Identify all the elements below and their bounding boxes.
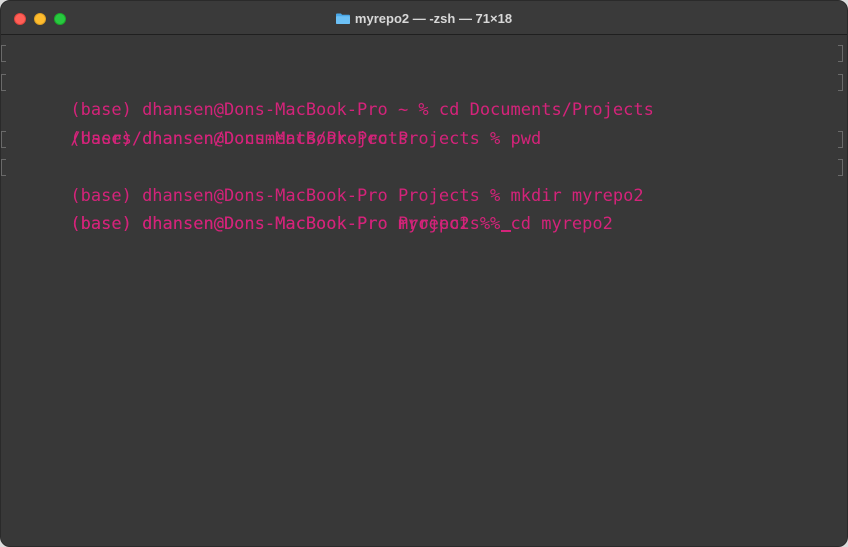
line-mark-left — [1, 159, 6, 176]
line-mark-right — [838, 159, 843, 176]
line-mark-right — [838, 73, 843, 91]
terminal-line: (base) dhansen@Dons-MacBook-Pro ~ % cd D… — [1, 39, 847, 120]
line-mark-left — [1, 73, 6, 91]
terminal-line: /Users/dhansen/Documents/Projects — [1, 96, 847, 149]
window-title: myrepo2 — -zsh — 71×18 — [1, 1, 847, 35]
terminal-output[interactable]: (base) dhansen@Dons-MacBook-Pro ~ % cd D… — [1, 35, 847, 546]
folder-icon — [335, 13, 350, 24]
line-mark-right — [838, 45, 843, 62]
terminal-line: (base) dhansen@Dons-MacBook-Pro Projects… — [1, 125, 847, 206]
line-mark-right — [838, 130, 843, 148]
terminal-line: (base) dhansen@Dons-MacBook-Pro Projects… — [1, 68, 847, 149]
line-mark-left — [1, 130, 6, 148]
window-title-text: myrepo2 — -zsh — 71×18 — [354, 10, 513, 26]
terminal-window: myrepo2 — -zsh — 71×18 (base) dhansen@Do… — [0, 0, 848, 547]
line-mark-left — [1, 45, 6, 62]
text-cursor — [501, 230, 512, 232]
title-bar[interactable]: myrepo2 — -zsh — 71×18 — [1, 1, 847, 35]
terminal-prompt-line[interactable]: (base) dhansen@Dons-MacBook-Pro myrepo2 … — [1, 182, 847, 234]
line-text: (base) dhansen@Dons-MacBook-Pro myrepo2 … — [70, 214, 501, 234]
terminal-line: (base) dhansen@Dons-MacBook-Pro Projects… — [1, 153, 847, 234]
